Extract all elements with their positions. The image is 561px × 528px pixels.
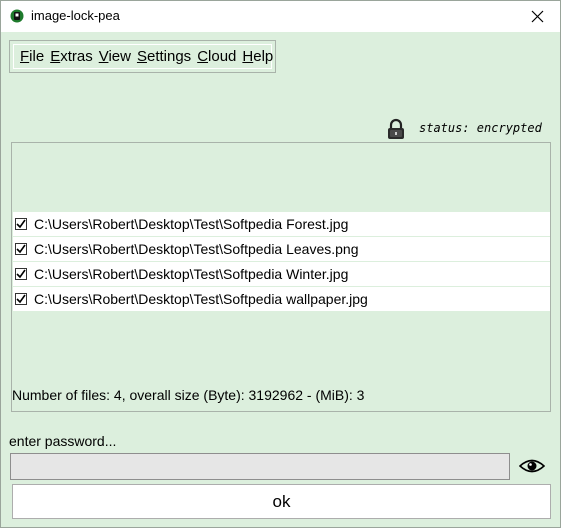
window-title: image-lock-pea	[31, 8, 120, 23]
menu-file[interactable]: File	[20, 48, 44, 65]
file-summary: Number of files: 4, overall size (Byte):…	[12, 387, 365, 403]
menu-settings[interactable]: Settings	[137, 48, 191, 65]
file-list-panel: C:\Users\Robert\Desktop\Test\Softpedia F…	[11, 142, 551, 412]
password-input[interactable]	[10, 453, 510, 480]
file-path: C:\Users\Robert\Desktop\Test\Softpedia W…	[34, 266, 349, 282]
menu-bar: File Extras View Settings Cloud Help	[9, 40, 276, 73]
app-icon	[10, 9, 24, 23]
file-checkbox[interactable]	[15, 293, 27, 305]
file-row[interactable]: C:\Users\Robert\Desktop\Test\Softpedia F…	[13, 212, 550, 237]
status-text: status: encrypted	[419, 121, 542, 135]
app-window: image-lock-pea File Extras View Settings…	[0, 0, 561, 528]
menu-cloud[interactable]: Cloud	[197, 48, 236, 65]
menu-view[interactable]: View	[99, 48, 131, 65]
close-icon	[531, 10, 543, 23]
checkmark-icon	[16, 269, 26, 279]
file-row[interactable]: C:\Users\Robert\Desktop\Test\Softpedia W…	[13, 262, 550, 287]
eye-icon[interactable]	[519, 456, 545, 476]
title-bar: image-lock-pea	[1, 1, 560, 32]
file-checkbox[interactable]	[15, 243, 27, 255]
file-row[interactable]: C:\Users\Robert\Desktop\Test\Softpedia w…	[13, 287, 550, 312]
file-checkbox[interactable]	[15, 218, 27, 230]
file-path: C:\Users\Robert\Desktop\Test\Softpedia w…	[34, 291, 368, 307]
file-path: C:\Users\Robert\Desktop\Test\Softpedia F…	[34, 216, 349, 232]
checkmark-icon	[16, 244, 26, 254]
file-path: C:\Users\Robert\Desktop\Test\Softpedia L…	[34, 241, 359, 257]
menu-extras[interactable]: Extras	[50, 48, 93, 65]
password-label: enter password...	[9, 433, 117, 449]
menu-help[interactable]: Help	[242, 48, 273, 65]
ok-button[interactable]: ok	[12, 484, 551, 519]
close-button[interactable]	[514, 1, 560, 32]
checkmark-icon	[16, 294, 26, 304]
file-checkbox[interactable]	[15, 268, 27, 280]
file-row[interactable]: C:\Users\Robert\Desktop\Test\Softpedia L…	[13, 237, 550, 262]
lock-icon	[388, 118, 404, 139]
file-list: C:\Users\Robert\Desktop\Test\Softpedia F…	[13, 212, 550, 312]
checkmark-icon	[16, 219, 26, 229]
